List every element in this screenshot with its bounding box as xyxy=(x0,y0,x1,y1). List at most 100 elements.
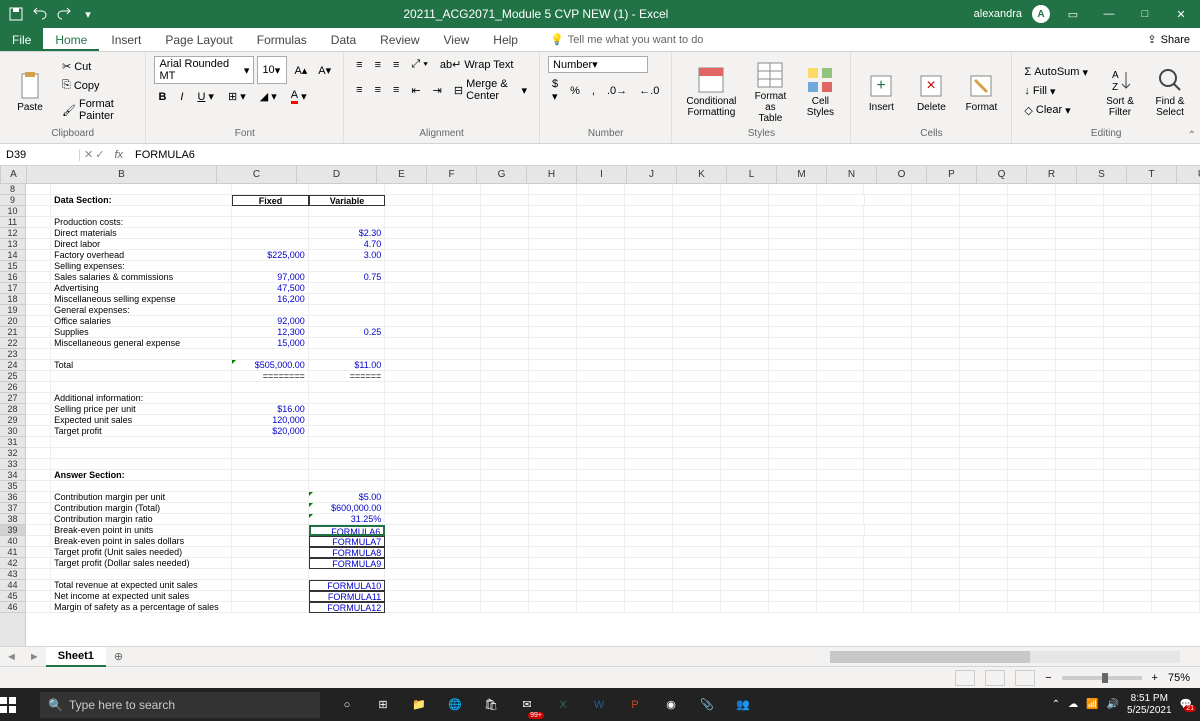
cell-R20[interactable] xyxy=(1008,316,1056,327)
col-header-D[interactable]: D xyxy=(297,166,377,183)
cell-J19[interactable] xyxy=(625,305,673,316)
cell-H17[interactable] xyxy=(529,283,577,294)
comma-button[interactable]: , xyxy=(588,76,599,105)
cell-D17[interactable] xyxy=(309,283,385,294)
cell-G37[interactable] xyxy=(481,503,529,514)
cell-B12[interactable]: Direct materials xyxy=(51,228,232,239)
cell-J10[interactable] xyxy=(625,206,673,217)
cell-A31[interactable] xyxy=(26,437,51,448)
cell-A38[interactable] xyxy=(26,514,51,525)
cell-N20[interactable] xyxy=(817,316,865,327)
cell-N25[interactable] xyxy=(817,371,865,382)
cut-button[interactable]: ✂Cut xyxy=(58,58,137,75)
cell-D22[interactable] xyxy=(309,338,385,349)
row-header-32[interactable]: 32 xyxy=(0,448,25,459)
cell-Q29[interactable] xyxy=(960,415,1008,426)
cell-J23[interactable] xyxy=(625,349,673,360)
cell-O39[interactable] xyxy=(865,525,913,536)
row-header-22[interactable]: 22 xyxy=(0,338,25,349)
cell-U36[interactable] xyxy=(1152,492,1200,503)
cell-A44[interactable] xyxy=(26,580,51,591)
cell-O27[interactable] xyxy=(864,393,912,404)
cell-D26[interactable] xyxy=(309,382,385,393)
cell-O19[interactable] xyxy=(864,305,912,316)
cell-O17[interactable] xyxy=(864,283,912,294)
cell-U12[interactable] xyxy=(1152,228,1200,239)
cell-L29[interactable] xyxy=(721,415,769,426)
cell-L17[interactable] xyxy=(721,283,769,294)
cell-J18[interactable] xyxy=(625,294,673,305)
cell-D12[interactable]: $2.30 xyxy=(309,228,385,239)
cell-O34[interactable] xyxy=(864,470,912,481)
cell-D44[interactable]: FORMULA10 xyxy=(309,580,386,591)
cell-O33[interactable] xyxy=(864,459,912,470)
cell-R29[interactable] xyxy=(1008,415,1056,426)
col-header-N[interactable]: N xyxy=(827,166,877,183)
cell-Q26[interactable] xyxy=(960,382,1008,393)
cell-D32[interactable] xyxy=(309,448,385,459)
cell-B9[interactable]: Data Section: xyxy=(51,195,232,206)
cell-P29[interactable] xyxy=(912,415,960,426)
cell-E17[interactable] xyxy=(385,283,433,294)
cell-R13[interactable] xyxy=(1008,239,1056,250)
cell-G28[interactable] xyxy=(481,404,529,415)
cell-F22[interactable] xyxy=(433,338,481,349)
cell-N33[interactable] xyxy=(817,459,865,470)
cancel-formula-icon[interactable]: ✕ xyxy=(84,148,93,161)
cell-K39[interactable] xyxy=(673,525,721,536)
cell-J29[interactable] xyxy=(625,415,673,426)
col-header-U[interactable]: U xyxy=(1177,166,1200,183)
cell-T39[interactable] xyxy=(1104,525,1152,536)
cell-H8[interactable] xyxy=(529,184,577,195)
row-header-45[interactable]: 45 xyxy=(0,591,25,602)
cell-I37[interactable] xyxy=(577,503,625,514)
cell-E44[interactable] xyxy=(385,580,433,591)
sheet-nav-prev-icon[interactable]: ◄ xyxy=(0,651,23,663)
row-header-37[interactable]: 37 xyxy=(0,503,25,514)
cell-U32[interactable] xyxy=(1152,448,1200,459)
cell-O28[interactable] xyxy=(864,404,912,415)
cell-T36[interactable] xyxy=(1104,492,1152,503)
row-header-13[interactable]: 13 xyxy=(0,239,25,250)
cell-T26[interactable] xyxy=(1104,382,1152,393)
normal-view-button[interactable] xyxy=(955,670,975,686)
cell-D37[interactable]: $600,000.00 xyxy=(309,503,385,514)
cell-S38[interactable] xyxy=(1056,514,1104,525)
cell-D24[interactable]: $11.00 xyxy=(309,360,385,371)
align-center-button[interactable]: ≡ xyxy=(371,76,385,104)
cell-O15[interactable] xyxy=(864,261,912,272)
cell-U37[interactable] xyxy=(1152,503,1200,514)
cell-N42[interactable] xyxy=(817,558,865,569)
insert-cells-button[interactable]: +Insert xyxy=(859,68,903,115)
cell-U39[interactable] xyxy=(1152,525,1200,536)
cell-G22[interactable] xyxy=(481,338,529,349)
row-header-11[interactable]: 11 xyxy=(0,217,25,228)
cell-C24[interactable]: $505,000.00 xyxy=(232,360,308,371)
cell-B29[interactable]: Expected unit sales xyxy=(51,415,232,426)
orientation-button[interactable]: ⤢ ▾ xyxy=(407,56,431,73)
cell-H20[interactable] xyxy=(529,316,577,327)
cell-K28[interactable] xyxy=(673,404,721,415)
cell-T21[interactable] xyxy=(1104,327,1152,338)
cell-Q20[interactable] xyxy=(960,316,1008,327)
cell-O38[interactable] xyxy=(864,514,912,525)
cell-K13[interactable] xyxy=(673,239,721,250)
cell-U10[interactable] xyxy=(1152,206,1200,217)
cell-K46[interactable] xyxy=(673,602,721,613)
tab-home[interactable]: Home xyxy=(43,28,99,51)
row-header-19[interactable]: 19 xyxy=(0,305,25,316)
cell-E18[interactable] xyxy=(385,294,433,305)
cell-J45[interactable] xyxy=(625,591,673,602)
col-header-H[interactable]: H xyxy=(527,166,577,183)
cell-T18[interactable] xyxy=(1104,294,1152,305)
cell-M8[interactable] xyxy=(769,184,817,195)
cell-E34[interactable] xyxy=(385,470,433,481)
horizontal-scrollbar[interactable] xyxy=(131,651,1200,663)
cell-E42[interactable] xyxy=(385,558,433,569)
cell-G30[interactable] xyxy=(481,426,529,437)
cell-S46[interactable] xyxy=(1056,602,1104,613)
cell-U35[interactable] xyxy=(1152,481,1200,492)
col-header-R[interactable]: R xyxy=(1027,166,1077,183)
row-header-40[interactable]: 40 xyxy=(0,536,25,547)
cell-T14[interactable] xyxy=(1104,250,1152,261)
